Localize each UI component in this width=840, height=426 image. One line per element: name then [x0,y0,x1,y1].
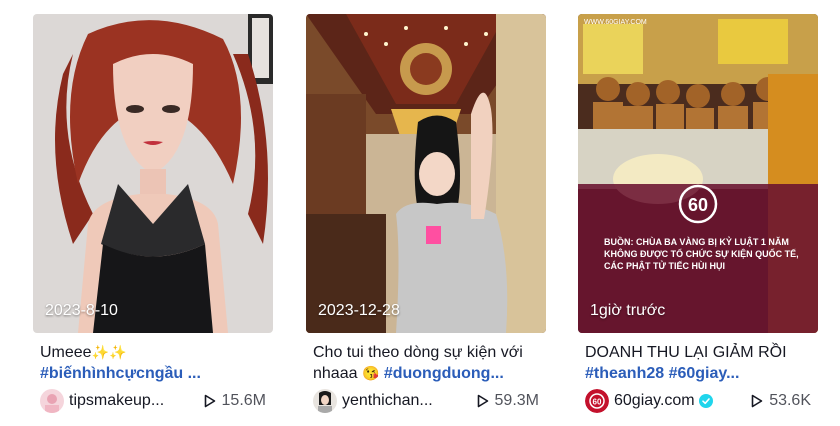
video-thumbnail[interactable]: 2023-8-10 [33,14,273,333]
caption-text: Cho tui theo dòng sự kiện với [313,344,523,361]
hashtag-link[interactable]: #theanh28 #60giay... [585,363,812,384]
play-count: 59.3M [477,392,546,410]
kiss-emoji-icon: 😘 [361,365,380,381]
play-icon [477,394,488,408]
play-icon [204,394,215,408]
thumbnail-headline: BUỒN: CHÙA BA VÀNG BỊ KỶ LUẬT 1 NĂM KHÔN… [604,236,799,272]
video-caption[interactable]: DOANH THU LẠI GIẢM RỒI #theanh28 #60giay… [578,342,818,384]
video-card[interactable]: 2023-8-10 Umeee✨✨ #biếnhìnhcựcngầu ... t… [33,14,273,413]
video-meta: tipsmakeup... 15.6M [33,389,273,413]
headline-line: CÁC PHẬT TỬ TIẾC HÙI HỤI [604,261,725,271]
headline-line: BUỒN: CHÙA BA VÀNG BỊ KỶ LUẬT 1 NĂM [604,237,789,247]
video-meta: yenthichan... 59.3M [306,389,546,413]
author-name-text: 60giay.com [614,392,695,409]
play-count-value: 15.6M [221,392,266,409]
author-name[interactable]: 60giay.com [614,392,713,410]
video-date: 2023-8-10 [45,302,118,319]
headline-line: KHÔNG ĐƯỢC TỔ CHỨC SỰ KIỆN QUỐC TẾ, [604,249,799,259]
video-card[interactable]: WWW.60GIAY.COM 60 BUỒN: CHÙA BA VÀNG BỊ … [578,14,818,413]
video-card[interactable]: 2023-12-28 Cho tui theo dòng sự kiện với… [306,14,546,413]
svg-text:60: 60 [688,195,708,215]
hashtag-link[interactable]: #duongduong... [379,365,504,382]
play-count-value: 59.3M [494,392,539,409]
thumbnail-image [306,14,546,333]
makeup-avatar-icon[interactable] [40,389,64,413]
svg-text:60: 60 [593,398,602,407]
video-caption[interactable]: Umeee✨✨ #biếnhìnhcựcngầu ... [33,342,273,384]
user-avatar-icon[interactable] [313,389,337,413]
hashtag-link[interactable]: #biếnhìnhcựcngầu ... [40,363,267,384]
video-date: 1giờ trước [590,302,666,319]
caption-text: DOANH THU LẠI GIẢM RỒI [585,344,787,361]
author-name[interactable]: tipsmakeup... [69,392,197,410]
play-icon [751,394,763,408]
caption-text: nhaaa [313,365,362,382]
60giay-logo-icon[interactable]: 60 [585,389,609,413]
video-caption[interactable]: Cho tui theo dòng sự kiện với nhaaa 😘 #d… [306,342,546,384]
video-thumbnail[interactable]: WWW.60GIAY.COM 60 BUỒN: CHÙA BA VÀNG BỊ … [578,14,818,333]
play-count-value: 53.6K [769,392,811,409]
sparkles-icon: ✨✨ [91,344,127,360]
caption-text: Umeee [40,344,92,361]
video-meta: 60 60giay.com 53.6K [578,389,818,413]
author-name[interactable]: yenthichan... [342,392,470,410]
play-count: 15.6M [204,392,273,410]
thumbnail-image [33,14,273,333]
60giay-badge-icon: 60 [678,184,718,224]
video-thumbnail[interactable]: 2023-12-28 [306,14,546,333]
video-date: 2023-12-28 [318,302,400,319]
play-count: 53.6K [751,392,818,410]
verified-badge-icon [698,394,713,408]
